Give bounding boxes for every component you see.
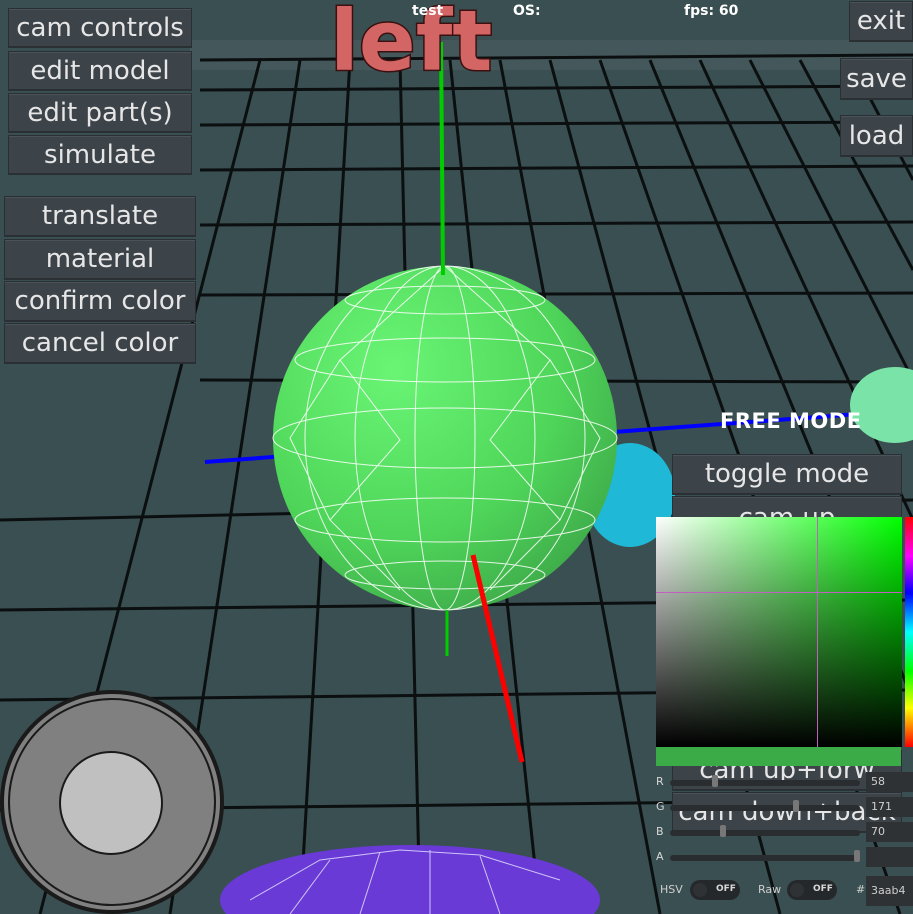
hue-slider[interactable] bbox=[905, 517, 913, 747]
hex-hash-label: # bbox=[856, 883, 866, 896]
fps-counter: fps: 60 bbox=[684, 3, 739, 19]
slider-b[interactable] bbox=[670, 825, 860, 837]
confirm-color-button[interactable]: confirm color bbox=[4, 281, 196, 321]
exit-button[interactable]: exit bbox=[849, 1, 913, 41]
raw-label: Raw bbox=[758, 883, 782, 896]
picker-crosshair-v bbox=[817, 517, 818, 747]
slider-r[interactable] bbox=[670, 775, 860, 787]
slider-knob-g[interactable] bbox=[793, 800, 799, 812]
mode-label: FREE MODE bbox=[720, 409, 862, 433]
joystick[interactable] bbox=[0, 690, 224, 914]
hsv-label: HSV bbox=[660, 883, 683, 896]
toggle-mode-button[interactable]: toggle mode bbox=[672, 454, 902, 494]
slider-label-r: R bbox=[656, 775, 664, 788]
slider-value-a[interactable] bbox=[866, 847, 913, 867]
os-label: OS: bbox=[513, 3, 541, 19]
cam-controls-button[interactable]: cam controls bbox=[8, 8, 192, 47]
raw-toggle[interactable]: OFF bbox=[787, 880, 837, 900]
load-button[interactable]: load bbox=[840, 115, 913, 156]
sphere-model bbox=[273, 266, 617, 610]
hsv-toggle-state: OFF bbox=[716, 884, 736, 894]
joystick-knob[interactable] bbox=[59, 751, 163, 855]
color-picker-square[interactable] bbox=[656, 517, 902, 747]
color-preview bbox=[656, 747, 901, 766]
raw-toggle-dot bbox=[790, 883, 804, 897]
raw-toggle-state: OFF bbox=[813, 884, 833, 894]
slider-a[interactable] bbox=[670, 850, 860, 862]
test-label: test bbox=[412, 3, 444, 19]
slider-knob-a[interactable] bbox=[854, 850, 860, 862]
slider-label-g: G bbox=[656, 800, 665, 813]
hex-input[interactable]: 3aab4 bbox=[866, 876, 913, 906]
slider-knob-b[interactable] bbox=[720, 825, 726, 837]
material-button[interactable]: material bbox=[4, 239, 196, 279]
save-button[interactable]: save bbox=[840, 58, 913, 99]
slider-value-g[interactable]: 171 bbox=[866, 797, 913, 817]
slider-value-b[interactable]: 70 bbox=[866, 822, 913, 842]
hsv-toggle[interactable]: OFF bbox=[690, 880, 740, 900]
edit-parts-button[interactable]: edit part(s) bbox=[8, 93, 192, 132]
slider-knob-r[interactable] bbox=[712, 775, 718, 787]
hsv-toggle-dot bbox=[693, 883, 707, 897]
simulate-button[interactable]: simulate bbox=[8, 135, 192, 174]
picker-crosshair-h bbox=[656, 592, 902, 593]
cancel-color-button[interactable]: cancel color bbox=[4, 323, 196, 363]
edit-model-button[interactable]: edit model bbox=[8, 51, 192, 90]
slider-label-b: B bbox=[656, 825, 664, 838]
slider-label-a: A bbox=[656, 850, 664, 863]
translate-button[interactable]: translate bbox=[4, 196, 196, 236]
slider-value-r[interactable]: 58 bbox=[866, 772, 913, 792]
slider-g[interactable] bbox=[670, 800, 860, 812]
